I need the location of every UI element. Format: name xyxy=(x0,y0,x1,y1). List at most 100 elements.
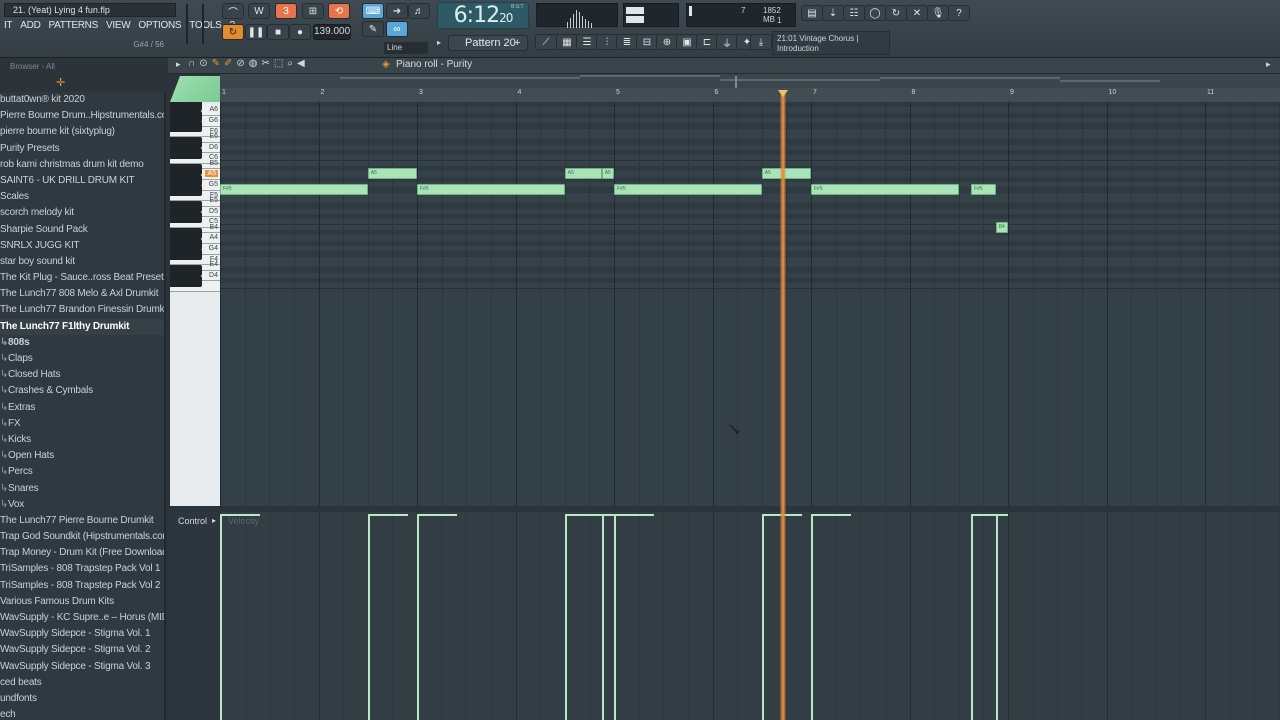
browser-item[interactable]: Trap Money - Drum Kit (Free Download) xyxy=(0,545,164,561)
menu-add[interactable]: ADD xyxy=(16,19,44,33)
browser-item[interactable]: The Lunch77 808 Melo & Axl Drumkit xyxy=(0,286,164,302)
playhead-marker-icon[interactable] xyxy=(778,90,789,97)
browser-item[interactable]: buttat0wn® kit 2020 xyxy=(0,92,164,108)
loop-record-icon[interactable]: ⟲ xyxy=(328,3,350,19)
note[interactable]: F#5 xyxy=(811,184,959,196)
piano-roll-arrow-icon[interactable]: ◈ xyxy=(382,59,390,70)
browser-item[interactable]: Sharpie Sound Pack xyxy=(0,222,164,238)
play-icon[interactable]: ⊙ xyxy=(199,58,211,69)
pencil-tool-icon[interactable]: ✎ xyxy=(362,21,384,37)
pattern-add-icon[interactable]: + xyxy=(514,36,526,50)
master-volume-slider[interactable] xyxy=(186,4,194,44)
browser-item[interactable]: WavSupply Sidepce - Stigma Vol. 3 xyxy=(0,659,164,675)
render-icon[interactable]: ⇣ xyxy=(822,5,844,21)
velocity-bar[interactable] xyxy=(417,515,419,720)
microphone-icon[interactable]: 🎙 xyxy=(927,5,949,21)
playhead[interactable] xyxy=(780,90,787,720)
mixer-icon[interactable]: ⫶ xyxy=(596,34,618,50)
black-key[interactable] xyxy=(170,275,202,287)
select-icon[interactable]: ⬚ xyxy=(274,58,287,69)
piano-roll-menu-icon[interactable]: ▸ xyxy=(176,59,181,70)
note[interactable]: F#5 xyxy=(614,184,762,196)
piano-roll-icon[interactable]: ▦ xyxy=(556,34,578,50)
browser-item[interactable]: ↳Vox xyxy=(0,497,164,513)
browser-item[interactable]: ↳Extras xyxy=(0,400,164,416)
note[interactable]: F#5 xyxy=(971,184,996,196)
menu-patterns[interactable]: PATTERNS xyxy=(45,19,102,33)
browser-item[interactable]: Purity Presets xyxy=(0,141,164,157)
browser-item[interactable]: Trap God Soundkit (Hipstrumentals.com) xyxy=(0,529,164,545)
arrow-right-icon[interactable]: ➜ xyxy=(386,3,408,19)
delete-icon[interactable]: ⊘ xyxy=(236,58,248,69)
browser-item[interactable]: ↳FX xyxy=(0,416,164,432)
tempo-tapper-icon[interactable]: ⊕ xyxy=(656,34,678,50)
wait-input-icon[interactable]: W xyxy=(248,3,270,19)
velocity-bar[interactable] xyxy=(614,515,616,720)
tools-icon[interactable]: ✕ xyxy=(906,5,928,21)
browser-item[interactable]: ↳Claps xyxy=(0,351,164,367)
browser-item[interactable]: Scales xyxy=(0,189,164,205)
pattern-prev-icon[interactable]: ▸ xyxy=(437,36,447,50)
browser-item[interactable]: The Lunch77 F1lthy Drumkit xyxy=(0,318,164,335)
browser-item[interactable]: The Kit Plug - Sauce..ross Beat Preset B… xyxy=(0,270,164,286)
black-key[interactable] xyxy=(170,265,202,277)
note[interactable]: A5 xyxy=(367,168,417,180)
browser-item[interactable]: ↳Percs xyxy=(0,464,164,480)
black-key[interactable] xyxy=(170,121,202,133)
time-ruler[interactable]: 1 2 3 4 5 6 7 8 9 10 11 xyxy=(220,88,1280,102)
browser-item[interactable]: ↳808s xyxy=(0,335,164,351)
plugin-picker-icon[interactable]: ⊟ xyxy=(636,34,658,50)
black-key[interactable] xyxy=(170,238,202,250)
browser-item[interactable]: The Lunch77 Brandon Finessin Drumkit xyxy=(0,302,164,318)
browser-item[interactable]: TriSamples - 808 Trapstep Pack Vol 2 xyxy=(0,578,164,594)
browser-item[interactable]: TriSamples - 808 Trapstep Pack Vol 1 xyxy=(0,561,164,577)
black-key[interactable] xyxy=(170,102,202,111)
note[interactable]: A5 xyxy=(564,168,602,180)
note[interactable]: F#5 xyxy=(417,184,565,196)
velocity-lane[interactable]: Velocity xyxy=(220,512,1280,720)
browser-item[interactable]: rob kami christmas drum kit demo xyxy=(0,157,164,173)
black-key[interactable] xyxy=(170,185,202,197)
browser-item[interactable]: ↳Kicks xyxy=(0,432,164,448)
velocity-bar[interactable] xyxy=(971,515,974,720)
menu-view[interactable]: VIEW xyxy=(102,19,134,33)
edison-icon[interactable]: ☷ xyxy=(843,5,865,21)
master-pitch-slider[interactable] xyxy=(202,4,210,44)
browser-icon[interactable]: ≣ xyxy=(616,34,638,50)
black-key[interactable] xyxy=(170,174,202,186)
mute-icon[interactable]: ◍ xyxy=(249,58,262,69)
tempo-display[interactable]: 139.000 xyxy=(313,24,351,40)
black-key[interactable] xyxy=(170,227,202,239)
browser-item[interactable]: SAINT6 - UK DRILL DRUM KIT xyxy=(0,173,164,189)
black-key[interactable] xyxy=(170,211,202,223)
browser-item[interactable]: ↳Open Hats xyxy=(0,448,164,464)
stop-button[interactable]: ■ xyxy=(267,24,289,40)
link-icon[interactable]: ∞ xyxy=(386,21,408,37)
record-button[interactable]: ● xyxy=(289,24,311,40)
help-icon[interactable]: ? xyxy=(948,5,970,21)
note[interactable]: F#5 xyxy=(220,184,368,196)
menu-options[interactable]: OPTIONS xyxy=(134,19,185,33)
browser-item[interactable]: SNRLX JUGG KIT xyxy=(0,238,164,254)
browser-item[interactable]: scorch melody kit xyxy=(0,205,164,221)
browser-item[interactable]: ced beats xyxy=(0,675,164,691)
browser-item[interactable]: ↳Crashes & Cymbals xyxy=(0,383,164,399)
pattern-song-toggle-icon[interactable]: ↻ xyxy=(222,24,244,40)
typing-keyboard-icon[interactable]: ⌨ xyxy=(362,3,384,19)
note[interactable]: B4 xyxy=(995,221,1008,233)
snap-mode[interactable]: Line xyxy=(384,42,428,54)
browser-item[interactable]: WavSupply Sidepce - Stigma Vol. 2 xyxy=(0,642,164,658)
channel-rack-icon[interactable]: ☰ xyxy=(576,34,598,50)
browser-item[interactable]: undfonts xyxy=(0,691,164,707)
black-key[interactable] xyxy=(170,147,202,159)
slice-icon[interactable]: ✂ xyxy=(261,58,273,69)
note-grid[interactable]: F#5 A5 F#5 A5 A5 F#5 A5 F#5 F#5 B4 xyxy=(220,102,1280,506)
browser-item[interactable]: ↳Closed Hats xyxy=(0,367,164,383)
audio-icon[interactable]: ♬ xyxy=(408,3,430,19)
play-button[interactable]: ❚❚ xyxy=(245,24,267,40)
pencil-icon[interactable]: ✎ xyxy=(212,58,224,69)
browser-item[interactable]: The Lunch77 Pierre Bourne Drumkit xyxy=(0,513,164,529)
metronome-icon[interactable]: ⌒ xyxy=(222,3,244,19)
piano-keyboard[interactable]: A6 G6 F6 E6 D6 C6 B5 A5 G5 F5 E5 D5 C5 B4 A4 G4 F4 E4 D4 xyxy=(170,102,220,506)
velocity-bar[interactable] xyxy=(811,515,813,720)
